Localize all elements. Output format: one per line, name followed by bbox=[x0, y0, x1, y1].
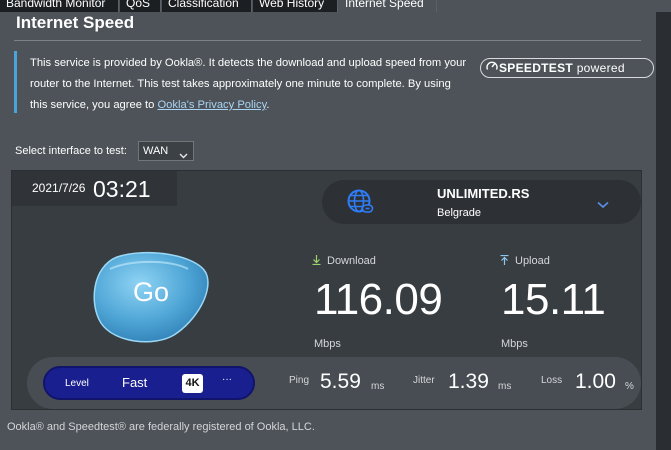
globe-icon bbox=[346, 188, 376, 223]
download-arrow-icon bbox=[312, 255, 327, 267]
badge-label: SPEEDTEST powered bbox=[499, 61, 625, 75]
tab-classification[interactable]: Classification bbox=[162, 0, 252, 12]
jitter-unit: ms bbox=[498, 381, 512, 392]
title-divider bbox=[14, 40, 641, 41]
privacy-policy-link[interactable]: Ookla's Privacy Policy bbox=[157, 99, 266, 111]
chevron-down-icon[interactable] bbox=[597, 196, 609, 214]
speedtest-logo-icon bbox=[485, 59, 499, 78]
download-label-text: Download bbox=[327, 255, 376, 267]
tab-bar: Bandwidth Monitor QoS Classification Web… bbox=[0, 0, 671, 12]
level-value: Fast bbox=[122, 375, 148, 390]
upload-label: Upload bbox=[500, 254, 550, 267]
download-value: 116.09 bbox=[314, 275, 443, 324]
ping-value: 5.59 bbox=[320, 370, 361, 393]
jitter-value: 1.39 bbox=[448, 370, 489, 393]
server-selector[interactable]: UNLIMITED.RS Belgrade bbox=[322, 180, 641, 224]
resolution-badge: 4K bbox=[182, 374, 203, 393]
upload-arrow-icon bbox=[500, 254, 515, 267]
download-unit: Mbps bbox=[314, 338, 341, 350]
test-date: 2021/7/26 bbox=[32, 181, 86, 195]
tab-internet-speed[interactable]: Internet Speed bbox=[339, 0, 437, 12]
result-bar: Level Fast 4K ··· Ping 5.59 ms Jitter 1.… bbox=[27, 357, 641, 409]
notice-accent-bar bbox=[14, 51, 17, 113]
tab-web-history[interactable]: Web History bbox=[253, 0, 338, 12]
service-notice: This service is provided by Ookla®. It d… bbox=[14, 51, 654, 116]
more-icon[interactable]: ··· bbox=[222, 374, 232, 385]
server-city: Belgrade bbox=[437, 207, 482, 219]
ping-unit: ms bbox=[371, 381, 385, 392]
interface-label: Select interface to test: bbox=[15, 145, 127, 157]
loss-label: Loss bbox=[541, 375, 563, 386]
level-label: Level bbox=[65, 378, 89, 389]
notice-end: . bbox=[266, 99, 270, 111]
tab-bandwidth-monitor[interactable]: Bandwidth Monitor bbox=[0, 0, 119, 12]
page-title: Internet Speed bbox=[16, 13, 135, 32]
upload-value: 15.11 bbox=[501, 275, 606, 324]
go-label: Go bbox=[132, 277, 170, 307]
timestamp-box: 2021/7/26 03:21 bbox=[12, 171, 177, 206]
speedtest-powered-badge: SPEEDTEST powered bbox=[480, 58, 654, 78]
badge-bold: SPEEDTEST bbox=[499, 61, 574, 75]
loss-unit: % bbox=[625, 381, 634, 392]
jitter-label: Jitter bbox=[413, 375, 435, 386]
upload-unit: Mbps bbox=[501, 338, 528, 350]
upload-label-text: Upload bbox=[515, 255, 550, 267]
download-label: Download bbox=[312, 255, 376, 267]
notice-text: This service is provided by Ookla®. It d… bbox=[30, 53, 470, 116]
interface-select[interactable]: WAN bbox=[138, 141, 194, 161]
test-time: 03:21 bbox=[93, 176, 151, 202]
server-name: UNLIMITED.RS bbox=[437, 186, 530, 201]
level-pill[interactable]: Level Fast 4K ··· bbox=[43, 366, 255, 400]
ping-label: Ping bbox=[289, 375, 310, 386]
badge-light: powered bbox=[573, 61, 625, 75]
speedtest-panel: 2021/7/26 03:21 UNLIMITED.RS Belgrade Go… bbox=[11, 170, 642, 410]
footer-note: Ookla® and Speedtest® are federally regi… bbox=[7, 421, 315, 433]
loss-value: 1.00 bbox=[575, 370, 616, 393]
chevron-down-icon bbox=[179, 147, 188, 165]
tab-qos[interactable]: QoS bbox=[120, 0, 161, 12]
interface-value: WAN bbox=[143, 145, 169, 157]
go-button[interactable]: Go bbox=[92, 251, 210, 344]
side-strip bbox=[656, 12, 671, 450]
